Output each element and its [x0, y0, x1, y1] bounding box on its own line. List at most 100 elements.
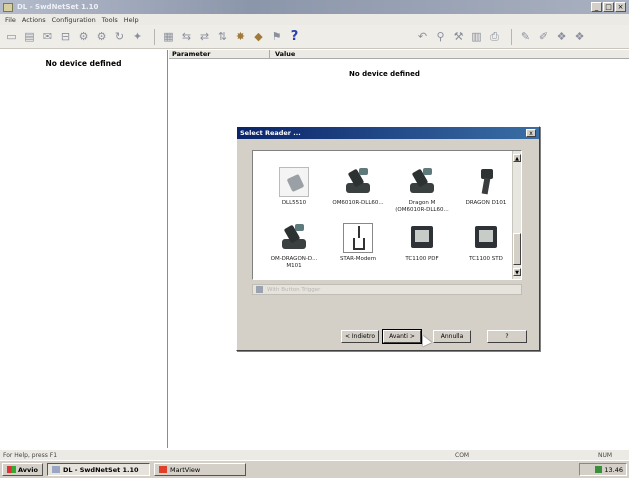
system-tray: 13.46 [579, 463, 627, 476]
martview-icon [158, 466, 167, 473]
desk-scanner-icon [343, 167, 373, 197]
terminal-icon [407, 223, 437, 253]
window-controls: _ □ × [591, 2, 626, 12]
reader-item-om-dragon-m101[interactable]: OM-DRAGON-D... M101 [265, 223, 323, 270]
gun-scanner-icon [471, 167, 501, 197]
menu-configuration[interactable]: Configuration [52, 16, 96, 24]
taskbar-item-martview[interactable]: MartView [153, 463, 246, 476]
minimize-button[interactable]: _ [591, 2, 602, 12]
hand-scanner-icon [279, 167, 309, 197]
reader-item-om6010r[interactable]: OM6010R-DLL60... [329, 167, 387, 207]
cancel-button[interactable]: Annulla [433, 330, 471, 343]
reader-item-dragon-m[interactable]: Dragon M (OM6010R-DLL60... [393, 167, 451, 214]
left-no-device-message: No device defined [45, 59, 122, 68]
start-label: Avvio [18, 465, 38, 474]
scroll-down-icon[interactable]: ▼ [513, 268, 521, 276]
help-icon[interactable]: ? [287, 29, 302, 44]
send-icon[interactable]: ⇆ [179, 29, 194, 44]
menu-actions[interactable]: Actions [22, 16, 46, 24]
close-window-button[interactable]: × [615, 2, 626, 12]
scroll-thumb[interactable] [513, 233, 521, 265]
reader-item-tc1100-pdf[interactable]: TC1100 PDF [393, 223, 451, 263]
reader-item-tc1100-std[interactable]: TC1100 STD [457, 223, 515, 263]
star-icon[interactable]: ✸ [233, 29, 248, 44]
dialog-title: Select Reader ... [237, 127, 539, 139]
toolbar-separator-2 [511, 28, 512, 45]
reader-label: TC1100 STD [469, 256, 503, 262]
reader-list-scrollbar[interactable]: ▲ ▼ [512, 151, 521, 279]
toolbar-separator [154, 28, 155, 45]
print-icon[interactable]: ⎙ [487, 29, 502, 44]
find-icon[interactable]: ⚲ [433, 29, 448, 44]
transfer-icon[interactable]: ⇅ [215, 29, 230, 44]
new-icon[interactable]: ▭ [4, 29, 19, 44]
reader-list[interactable]: DLL5510 OM6010R-DLL60... Dragon M (OM601… [252, 150, 522, 280]
flag-icon[interactable]: ⚑ [269, 29, 284, 44]
taskbar: Avvio DL - SwdNetSet 1.10 MartView 13.46 [0, 460, 629, 478]
taskbar-item-label: MartView [169, 465, 201, 474]
device2-icon[interactable]: ⚙ [94, 29, 109, 44]
grid-icon[interactable]: ▥ [469, 29, 484, 44]
next-button[interactable]: Avanti > [382, 329, 422, 344]
paint2-icon[interactable]: ❖ [572, 29, 587, 44]
status-num: NUM [598, 451, 613, 459]
gem-icon[interactable]: ◆ [251, 29, 266, 44]
parameter-header: Parameter Value [169, 50, 629, 59]
desk-scanner-icon [407, 167, 437, 197]
config-icon[interactable]: ✦ [130, 29, 145, 44]
tray-network-icon[interactable] [595, 466, 603, 473]
save-icon[interactable]: ▤ [22, 29, 37, 44]
close-icon[interactable]: ✉ [40, 29, 55, 44]
device-tree-pane[interactable]: No device defined [0, 50, 168, 448]
reader-item-dragon-d101[interactable]: DRAGON D101 [457, 167, 515, 207]
refresh-icon[interactable]: ↻ [112, 29, 127, 44]
reader-label: DRAGON D101 [465, 200, 507, 206]
reader-item-star-modem[interactable]: STAR-Modem [329, 223, 387, 263]
option-label: With Button Trigger [267, 286, 321, 293]
back-button[interactable]: < Indietro [341, 330, 379, 343]
column-header-value[interactable]: Value [275, 50, 295, 58]
status-bar: For Help, press F1 COM NUM [0, 450, 629, 460]
tools-icon[interactable]: ⚒ [451, 29, 466, 44]
help-button[interactable]: ? [487, 330, 527, 343]
dialog-close-button[interactable]: x [526, 129, 536, 137]
reader-label: STAR-Modem [339, 256, 377, 262]
receive-icon[interactable]: ⇄ [197, 29, 212, 44]
paint-icon[interactable]: ❖ [554, 29, 569, 44]
app-icon [51, 466, 60, 473]
clock: 13.46 [604, 465, 623, 474]
reader-item-dll5510[interactable]: DLL5510 [265, 167, 323, 207]
taskbar-item-label: DL - SwdNetSet 1.10 [62, 465, 139, 474]
reader-label: OM-DRAGON-D... M101 [270, 256, 318, 269]
undo-icon[interactable]: ↶ [415, 29, 430, 44]
device-icon[interactable]: ⚙ [76, 29, 91, 44]
reader-label: OM6010R-DLL60... [332, 200, 384, 206]
start-button[interactable]: Avvio [2, 463, 43, 476]
reader-label: Dragon M (OM6010R-DLL60... [395, 200, 449, 213]
title-bar: DL - SwdNetSet 1.10 _ □ × [0, 0, 629, 14]
list-icon[interactable]: ▦ [161, 29, 176, 44]
app-icon [3, 2, 13, 12]
maximize-button[interactable]: □ [603, 2, 614, 12]
reader-label: DLL5510 [281, 200, 307, 206]
status-help-text: For Help, press F1 [3, 451, 58, 459]
open-icon[interactable]: ⊟ [58, 29, 73, 44]
toolbar: ▭ ▤ ✉ ⊟ ⚙ ⚙ ↻ ✦ ▦ ⇆ ⇄ ⇅ ✸ ◆ ⚑ ? ↶ ⚲ ⚒ ▥ … [0, 25, 629, 49]
scroll-up-icon[interactable]: ▲ [513, 154, 521, 162]
modem-icon [343, 223, 373, 253]
desk-scanner-icon [279, 223, 309, 253]
windows-logo-icon [7, 466, 16, 473]
reader-label: TC1100 PDF [405, 256, 439, 262]
column-divider[interactable] [269, 50, 270, 59]
select-reader-dialog: Select Reader ... x DLL5510 OM6010R-DLL6… [236, 126, 540, 351]
menu-help[interactable]: Help [124, 16, 139, 24]
edit-icon[interactable]: ✎ [518, 29, 533, 44]
column-header-parameter[interactable]: Parameter [172, 50, 210, 58]
status-com: COM [455, 451, 470, 459]
menu-file[interactable]: File [5, 16, 16, 24]
taskbar-item-swdnetset[interactable]: DL - SwdNetSet 1.10 [46, 463, 150, 476]
menu-bar: File Actions Configuration Tools Help [0, 14, 629, 25]
right-no-device-message: No device defined [349, 70, 420, 78]
menu-tools[interactable]: Tools [102, 16, 118, 24]
edit2-icon[interactable]: ✐ [536, 29, 551, 44]
